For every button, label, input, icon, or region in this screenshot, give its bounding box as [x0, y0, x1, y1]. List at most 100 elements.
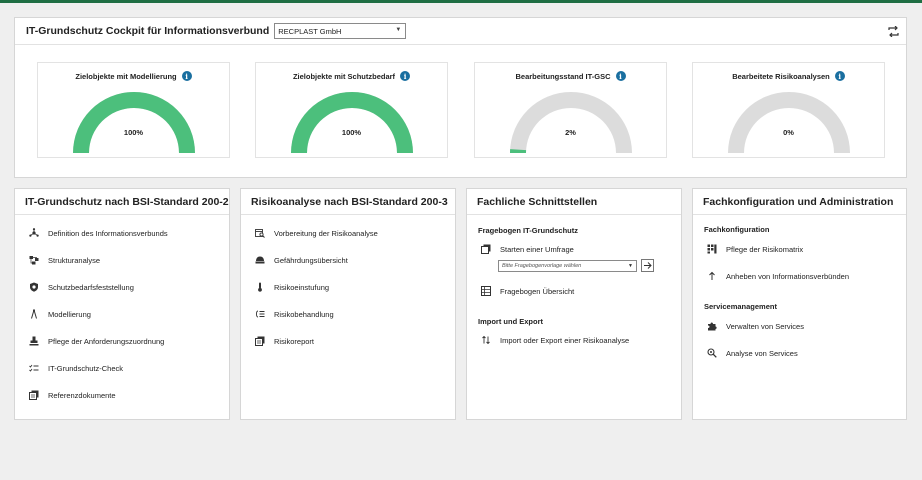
menu-item-schutzbedarf[interactable]: Schutzbedarfsfeststellung [28, 281, 134, 293]
raise-icon [706, 270, 718, 282]
menu-item-label: Strukturanalyse [48, 255, 101, 265]
menu-item-risikoreport[interactable]: Risikoreport [254, 335, 314, 347]
menu-item-risikomatrix[interactable]: Pflege der Risikomatrix [706, 243, 803, 255]
network-icon [28, 227, 40, 239]
menu-item-label: Risikobehandlung [274, 309, 334, 319]
menu-item-label: Pflege der Risikomatrix [726, 244, 804, 254]
gauge-card-risikoanalysen[interactable]: Bearbeitete Risikoanalysen i 0% [692, 62, 885, 158]
panel-title: IT-Grundschutz nach BSI-Standard 200-2 [15, 189, 229, 215]
panel-bsi-200-2: IT-Grundschutz nach BSI-Standard 200-2 D… [14, 188, 230, 420]
menu-item-referenzdokumente[interactable]: Referenzdokumente [28, 389, 116, 401]
refresh-icon[interactable] [886, 24, 900, 38]
gauge-card-schutzbedarf[interactable]: Zielobjekte mit Schutzbedarf i 100% [255, 62, 448, 158]
list-treatment-icon [254, 308, 266, 320]
gauge-title: Zielobjekte mit Schutzbedarf [292, 71, 396, 81]
gauge-value: 100% [341, 128, 362, 137]
gauge-card-gsc[interactable]: Bearbeitungsstand IT-GSC i 2% [474, 62, 667, 158]
verbund-select-value: RECPLAST GmbH [278, 26, 342, 36]
shield-icon [28, 281, 40, 293]
menu-item-label: Anheben von Informationsverbünden [726, 271, 850, 281]
section-label-import: Import und Export [478, 317, 543, 326]
menu-item-label: Modellierung [48, 309, 91, 319]
gauge-value: 0% [783, 128, 794, 137]
gauge-track [510, 92, 632, 153]
section-label-servicemanagement: Servicemanagement [704, 302, 777, 311]
menu-item-label: Gefährdungsübersicht [274, 255, 348, 265]
menu-item-label: Fragebogen Übersicht [500, 286, 575, 296]
gauge-chart [510, 92, 632, 153]
section-label-fachkonfiguration: Fachkonfiguration [704, 225, 770, 234]
structure-icon [28, 254, 40, 266]
info-icon[interactable]: i [834, 71, 845, 81]
gauge-chart [728, 92, 850, 153]
panel-schnittstellen: Fachliche Schnittstellen Fragebogen IT-G… [466, 188, 682, 420]
menu-item-label: Risikoreport [274, 336, 315, 346]
menu-item-definition[interactable]: Definition des Informationsverbunds [28, 227, 168, 239]
gauge-title: Bearbeitete Risikoanalysen [732, 71, 830, 81]
panel-title: Risikoanalyse nach BSI-Standard 200-3 [241, 189, 455, 215]
gauge-chart [291, 91, 413, 153]
menu-item-fragebogen-uebersicht[interactable]: Fragebogen Übersicht [480, 285, 574, 297]
menu-item-anforderungszuordnung[interactable]: Pflege der Anforderungszuordnung [28, 335, 164, 347]
gauge-title: Bearbeitungsstand IT-GSC [515, 71, 611, 81]
search-analysis-icon [706, 347, 718, 359]
menu-item-label: Risikoeinstufung [274, 282, 330, 292]
hazard-icon [254, 254, 266, 266]
report-icon [254, 335, 266, 347]
cockpit-title: IT-Grundschutz Cockpit für Informationsv… [26, 25, 270, 37]
menu-item-label: Vorbereitung der Risikoanalyse [274, 228, 378, 238]
menu-item-label: Referenzdokumente [48, 390, 116, 400]
thermometer-icon [254, 281, 266, 293]
menu-item-analyse-services[interactable]: Analyse von Services [706, 347, 798, 359]
menu-item-grundschutz-check[interactable]: IT-Grundschutz-Check [28, 362, 123, 374]
documents-icon [480, 243, 492, 255]
panel-administration: Fachkonfiguration und Administration Fac… [692, 188, 907, 420]
table-icon [480, 285, 492, 297]
info-icon[interactable]: i [400, 71, 411, 81]
survey-template-select[interactable]: Bitte Fragebogenvorlage wählen ▼ [498, 260, 637, 272]
menu-item-modellierung[interactable]: Modellierung [28, 308, 91, 320]
panel-title: Fachliche Schnittstellen [467, 189, 681, 215]
cockpit-panel: IT-Grundschutz Cockpit für Informationsv… [14, 17, 907, 178]
check-list-icon [28, 362, 40, 374]
menu-item-anheben[interactable]: Anheben von Informationsverbünden [706, 270, 849, 282]
modelling-icon [28, 308, 40, 320]
section-label-fragebogen: Fragebogen IT-Grundschutz [478, 226, 579, 235]
gauge-value: 100% [123, 128, 144, 137]
info-icon[interactable]: i [615, 71, 626, 81]
menu-item-label: Analyse von Services [726, 348, 798, 358]
cockpit-header: IT-Grundschutz Cockpit für Informationsv… [15, 18, 906, 45]
calendar-search-icon [254, 227, 266, 239]
panel-title: Fachkonfiguration und Administration [693, 189, 906, 215]
menu-item-vorbereitung[interactable]: Vorbereitung der Risikoanalyse [254, 227, 378, 239]
puzzle-icon [706, 320, 718, 332]
menu-item-strukturanalyse[interactable]: Strukturanalyse [28, 254, 100, 266]
info-icon[interactable]: i [181, 71, 192, 81]
panel-bsi-200-3: Risikoanalyse nach BSI-Standard 200-3 Vo… [240, 188, 456, 420]
menu-item-label: Pflege der Anforderungszuordnung [48, 336, 165, 346]
survey-template-placeholder: Bitte Fragebogenvorlage wählen [502, 263, 582, 269]
gauge-title: Zielobjekte mit Modellierung [75, 71, 177, 81]
chevron-down-icon: ▼ [628, 263, 633, 269]
menu-item-risikobehandlung[interactable]: Risikobehandlung [254, 308, 334, 320]
chevron-down-icon: ▼ [395, 27, 402, 33]
menu-item-import-export[interactable]: Import oder Export einer Risikoanalyse [480, 334, 629, 346]
menu-item-gefaehrdung[interactable]: Gefährdungsübersicht [254, 254, 348, 266]
stamp-icon [28, 335, 40, 347]
menu-item-risikoeinstufung[interactable]: Risikoeinstufung [254, 281, 329, 293]
menu-item-start-survey[interactable]: Starten einer Umfrage [480, 243, 574, 255]
menu-item-label: Definition des Informationsverbunds [48, 228, 168, 238]
gauge-card-modellierung[interactable]: Zielobjekte mit Modellierung i 100% [37, 62, 230, 158]
gauge-fill [291, 91, 413, 153]
verbund-select[interactable]: RECPLAST GmbH ▼ [274, 23, 407, 39]
documents-icon [28, 389, 40, 401]
import-export-icon [480, 334, 492, 346]
gauge-value: 2% [565, 128, 576, 137]
menu-item-label: Starten einer Umfrage [500, 244, 574, 254]
gauge-fill [73, 91, 195, 153]
arrow-right-icon [644, 262, 652, 269]
matrix-icon [706, 243, 718, 255]
start-survey-button[interactable] [641, 259, 654, 272]
menu-item-verwalten-services[interactable]: Verwalten von Services [706, 320, 804, 332]
menu-item-label: Verwalten von Services [726, 321, 804, 331]
